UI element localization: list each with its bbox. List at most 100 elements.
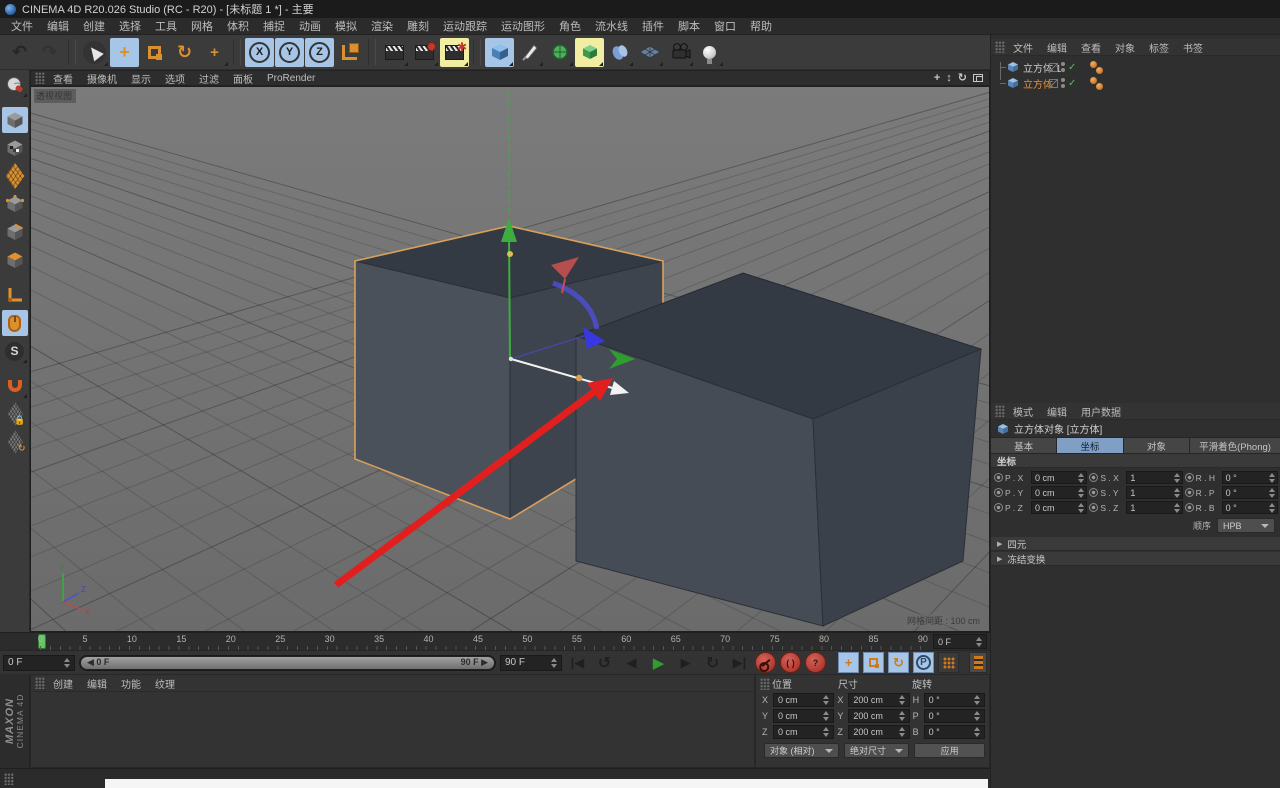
rot-p-field[interactable]: 0 ° bbox=[924, 709, 985, 723]
materials-menu-texture[interactable]: 纹理 bbox=[149, 676, 181, 691]
lock-x-axis-button[interactable]: X bbox=[245, 38, 274, 67]
phong-tag-icon[interactable] bbox=[1090, 61, 1103, 74]
align-workplane-button[interactable]: ↻ bbox=[2, 429, 28, 455]
menu-window[interactable]: 窗口 bbox=[707, 18, 743, 34]
viewport-menu-options[interactable]: 选项 bbox=[159, 71, 191, 86]
previous-frame-button[interactable]: ◀ bbox=[620, 653, 643, 673]
drag-handle[interactable] bbox=[35, 72, 45, 84]
lock-workplane-button[interactable]: 🔒 bbox=[2, 401, 28, 427]
move-tool-button[interactable]: + bbox=[110, 38, 139, 67]
menu-mesh[interactable]: 网格 bbox=[184, 18, 220, 34]
live-selection-button[interactable] bbox=[80, 38, 109, 67]
edges-mode-button[interactable] bbox=[2, 219, 28, 245]
rot-h-field[interactable]: 0 ° bbox=[924, 693, 985, 707]
record-rotation-toggle[interactable]: ↻ bbox=[888, 652, 909, 673]
keyframe-dot[interactable] bbox=[1185, 473, 1194, 482]
add-deformer-button[interactable] bbox=[575, 38, 604, 67]
rot-b-field[interactable]: 0 ° bbox=[924, 725, 985, 739]
enabled-check-icon[interactable]: ✓ bbox=[1068, 78, 1076, 89]
layer-icon[interactable] bbox=[1049, 79, 1058, 88]
om-menu-view[interactable]: 查看 bbox=[1075, 40, 1107, 55]
menu-create[interactable]: 创建 bbox=[76, 18, 112, 34]
pos-x-field[interactable]: 0 cm bbox=[773, 693, 834, 707]
current-frame-field[interactable]: 0 F bbox=[3, 655, 75, 671]
keyframe-dot[interactable] bbox=[994, 473, 1003, 482]
pz-field[interactable]: 0 cm bbox=[1031, 501, 1087, 514]
coord-mode-dropdown[interactable]: 对象 (相对) bbox=[764, 743, 839, 758]
timeline-range-slider[interactable]: ◀ 0 F 90 F ▶ bbox=[79, 655, 496, 671]
viewport-menu-view[interactable]: 查看 bbox=[47, 71, 79, 86]
texture-mode-button[interactable] bbox=[2, 135, 28, 161]
undo-button[interactable]: ↶ bbox=[5, 38, 34, 67]
object-row-selected[interactable]: 立方体 ✓ bbox=[991, 75, 1280, 91]
size-y-field[interactable]: 200 cm bbox=[848, 709, 909, 723]
record-parameter-toggle[interactable]: P bbox=[913, 652, 934, 673]
menu-simulate[interactable]: 模拟 bbox=[328, 18, 364, 34]
render-picture-viewer-button[interactable] bbox=[410, 38, 439, 67]
coordinates-section-header[interactable]: 坐标 bbox=[991, 454, 1280, 468]
redo-button[interactable]: ↷ bbox=[35, 38, 64, 67]
spinner[interactable] bbox=[547, 658, 557, 668]
menu-volume[interactable]: 体积 bbox=[220, 18, 256, 34]
materials-menu-function[interactable]: 功能 bbox=[115, 676, 147, 691]
cube-unselected[interactable] bbox=[576, 273, 981, 626]
last-tool-button[interactable]: + bbox=[200, 38, 229, 67]
om-menu-edit[interactable]: 编辑 bbox=[1041, 40, 1073, 55]
goto-end-button[interactable]: ▶| bbox=[728, 653, 751, 673]
size-mode-dropdown[interactable]: 绝对尺寸 bbox=[844, 743, 909, 758]
keyframe-dot[interactable] bbox=[1185, 488, 1194, 497]
viewport-solo-button[interactable]: S bbox=[2, 338, 28, 364]
lock-z-axis-button[interactable]: Z bbox=[305, 38, 334, 67]
drag-handle[interactable] bbox=[995, 41, 1005, 53]
render-view-button[interactable] bbox=[380, 38, 409, 67]
keyframe-dot[interactable] bbox=[1089, 473, 1098, 482]
record-position-toggle[interactable]: + bbox=[838, 652, 859, 673]
menu-edit[interactable]: 编辑 bbox=[40, 18, 76, 34]
am-menu-edit[interactable]: 编辑 bbox=[1041, 404, 1073, 419]
spinner[interactable] bbox=[60, 658, 70, 668]
enabled-check-icon[interactable]: ✓ bbox=[1068, 62, 1076, 73]
tab-basic[interactable]: 基本 bbox=[991, 438, 1057, 453]
keyframe-selection-button[interactable]: ( ) bbox=[780, 652, 801, 673]
coordinate-system-button[interactable] bbox=[335, 38, 364, 67]
next-frame-button[interactable]: ▶ bbox=[674, 653, 697, 673]
record-keyframe-button[interactable] bbox=[755, 652, 776, 673]
menu-render[interactable]: 渲染 bbox=[364, 18, 400, 34]
add-camera-button[interactable] bbox=[665, 38, 694, 67]
tab-phong[interactable]: 平滑着色(Phong) bbox=[1190, 438, 1280, 453]
materials-menu-edit[interactable]: 编辑 bbox=[81, 676, 113, 691]
viewport-menu-prorender[interactable]: ProRender bbox=[261, 73, 321, 84]
section-freeze-transform[interactable]: ▶ 冻结变换 bbox=[991, 552, 1280, 566]
keyframe-dot[interactable] bbox=[994, 488, 1003, 497]
drag-handle[interactable] bbox=[35, 677, 45, 689]
range-slider-thumb[interactable]: ◀ 0 F 90 F ▶ bbox=[81, 657, 494, 669]
am-menu-userdata[interactable]: 用户数据 bbox=[1075, 404, 1127, 419]
viewport-menu-display[interactable]: 显示 bbox=[125, 71, 157, 86]
add-field-button[interactable] bbox=[605, 38, 634, 67]
spinner[interactable] bbox=[972, 637, 982, 647]
points-mode-button[interactable] bbox=[2, 191, 28, 217]
add-light-button[interactable] bbox=[695, 38, 724, 67]
viewport-dolly-icon[interactable]: ↕ bbox=[946, 73, 952, 84]
menu-file[interactable]: 文件 bbox=[4, 18, 40, 34]
viewport-rotate-icon[interactable]: ↻ bbox=[958, 73, 967, 84]
keyframe-dot[interactable] bbox=[1185, 503, 1194, 512]
pos-z-field[interactable]: 0 cm bbox=[773, 725, 834, 739]
keyframe-dot[interactable] bbox=[994, 503, 1003, 512]
next-key-button[interactable]: ↻ bbox=[701, 653, 724, 673]
add-primitive-button[interactable] bbox=[485, 38, 514, 67]
phong-tag-icon[interactable] bbox=[1090, 77, 1103, 90]
menu-tools[interactable]: 工具 bbox=[148, 18, 184, 34]
keyframe-dot[interactable] bbox=[1089, 488, 1098, 497]
menu-pipeline[interactable]: 流水线 bbox=[588, 18, 635, 34]
menu-animate[interactable]: 动画 bbox=[292, 18, 328, 34]
menu-sculpt[interactable]: 雕刻 bbox=[400, 18, 436, 34]
om-menu-file[interactable]: 文件 bbox=[1007, 40, 1039, 55]
title-bar[interactable]: CINEMA 4D R20.026 Studio (RC - R20) - [未… bbox=[0, 0, 1280, 18]
rh-field[interactable]: 0 ° bbox=[1222, 471, 1278, 484]
lock-y-axis-button[interactable]: Y bbox=[275, 38, 304, 67]
sy-field[interactable]: 1 bbox=[1126, 486, 1182, 499]
om-menu-tags[interactable]: 标签 bbox=[1143, 40, 1175, 55]
tab-object[interactable]: 对象 bbox=[1124, 438, 1190, 453]
viewport-pan-icon[interactable]: + bbox=[934, 73, 940, 84]
